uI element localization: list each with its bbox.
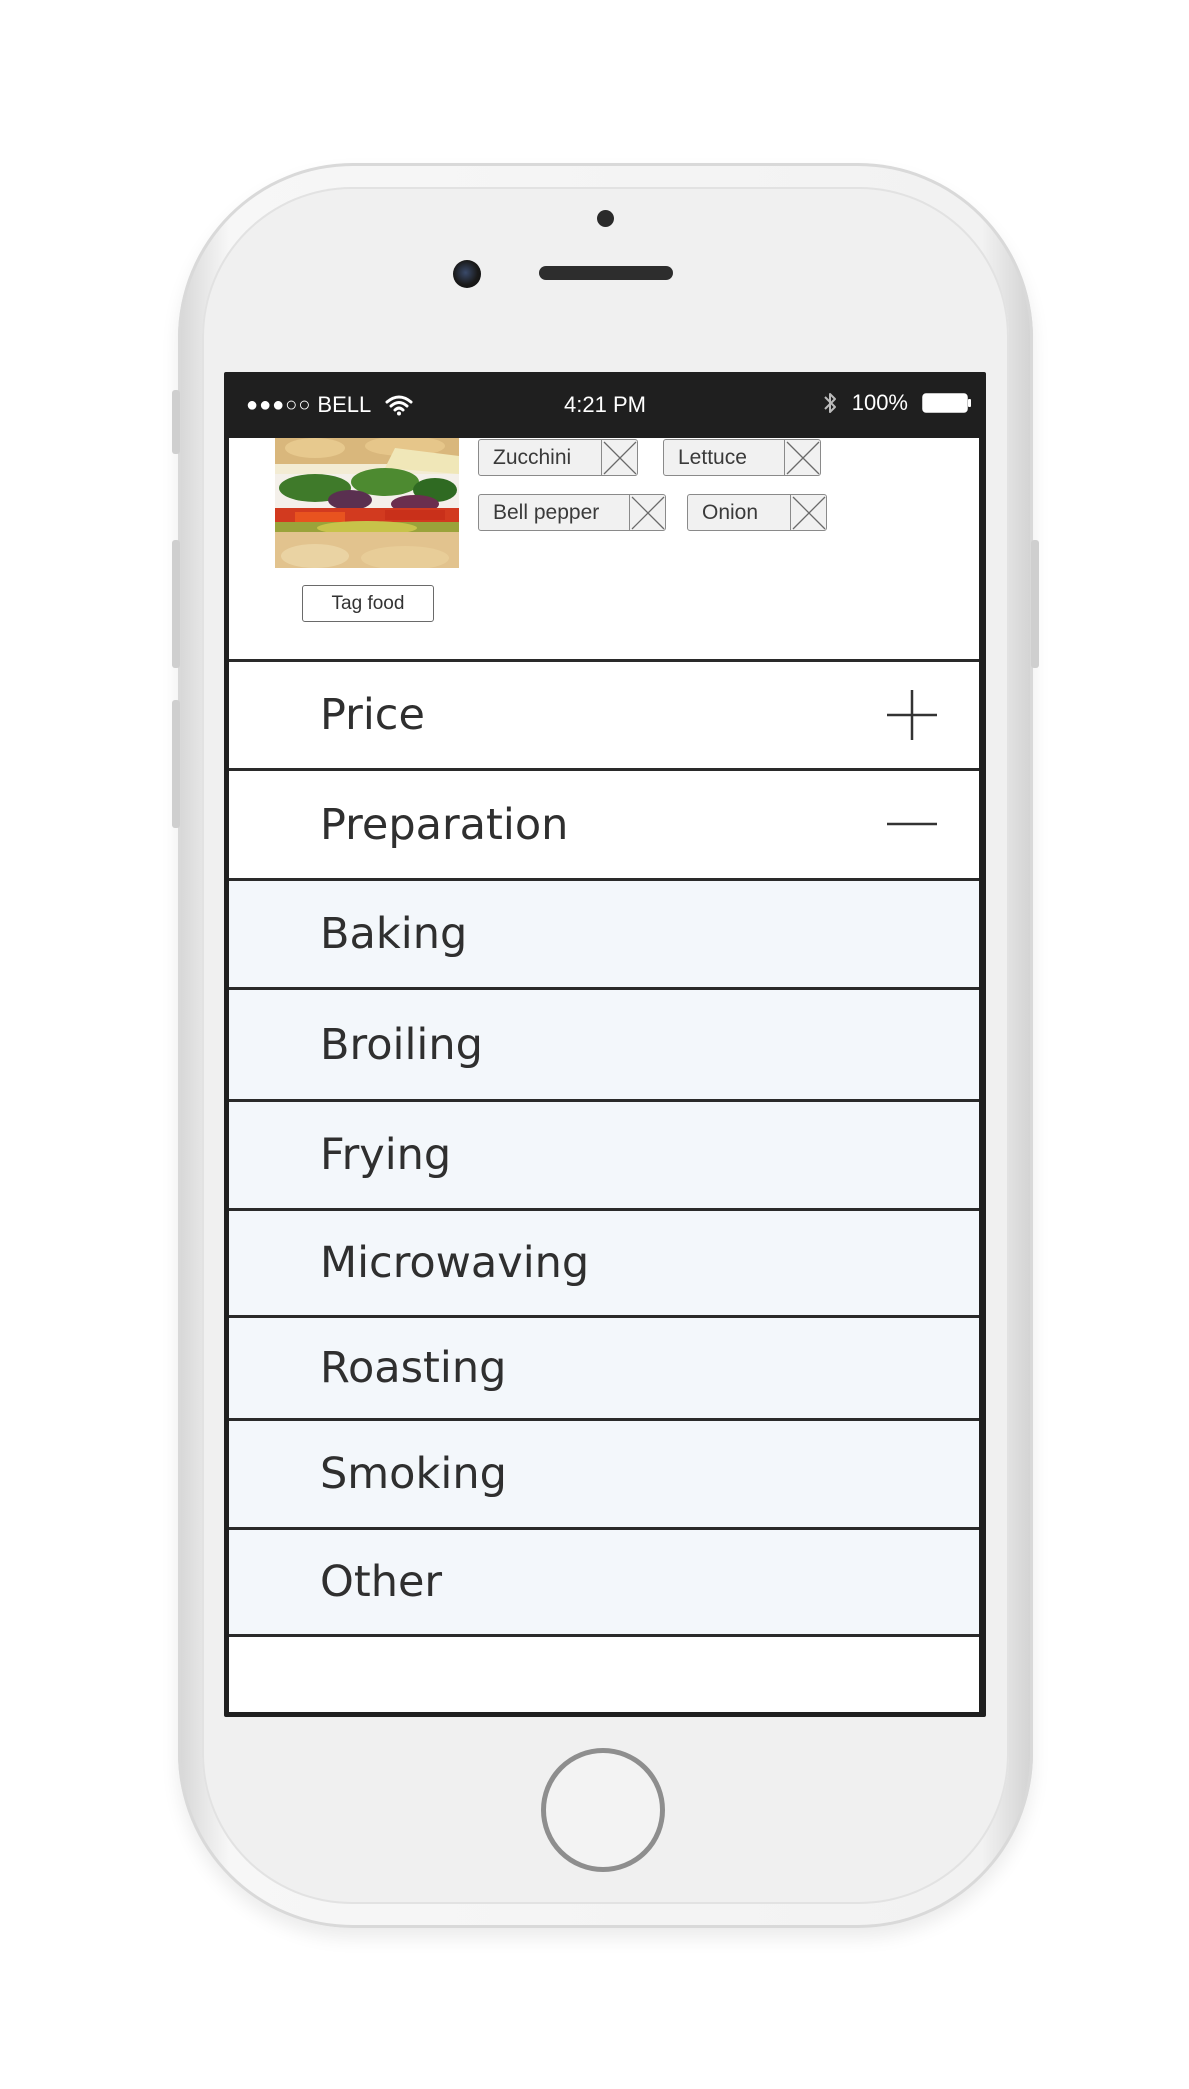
option-label: Broiling xyxy=(320,1019,483,1070)
close-icon[interactable] xyxy=(629,494,665,531)
volume-up-button xyxy=(172,540,180,668)
price-label: Price xyxy=(320,690,425,740)
option-roasting[interactable]: Roasting xyxy=(229,1318,979,1418)
close-icon[interactable] xyxy=(784,439,820,476)
option-label: Microwaving xyxy=(320,1238,590,1288)
option-label: Roasting xyxy=(320,1343,507,1393)
front-camera xyxy=(453,260,481,288)
earpiece-speaker xyxy=(539,266,673,280)
tag-chip-bell-pepper: Bell pepper xyxy=(478,494,666,531)
close-icon[interactable] xyxy=(790,494,826,531)
filter-content: Tag food Zucchini Lettuce Bell pepper On… xyxy=(229,438,979,1712)
minus-icon[interactable] xyxy=(885,797,939,851)
proximity-sensor xyxy=(597,210,614,227)
option-label: Other xyxy=(320,1557,443,1607)
option-broiling[interactable]: Broiling xyxy=(229,990,979,1099)
option-smoking[interactable]: Smoking xyxy=(229,1421,979,1527)
option-baking[interactable]: Baking xyxy=(229,881,979,987)
power-button xyxy=(1031,540,1039,668)
sandwich-photo xyxy=(275,438,459,568)
price-section-header[interactable]: Price xyxy=(229,662,979,768)
bluetooth-icon xyxy=(824,393,836,413)
battery-percent: 100% xyxy=(851,390,908,415)
volume-down-button xyxy=(172,700,180,828)
option-label: Frying xyxy=(320,1130,452,1180)
tag-chip-lettuce: Lettuce xyxy=(663,439,821,476)
mute-switch xyxy=(172,390,180,454)
preparation-label: Preparation xyxy=(320,799,569,850)
screen: ●●●○○ BELL 4:21 PM 100% Tag food Zucchin… xyxy=(224,372,986,1717)
divider xyxy=(229,1634,979,1637)
tag-chip-zucchini: Zucchini xyxy=(478,439,638,476)
battery-icon xyxy=(922,393,971,413)
option-frying[interactable]: Frying xyxy=(229,1102,979,1208)
option-microwaving[interactable]: Microwaving xyxy=(229,1211,979,1315)
home-button[interactable] xyxy=(541,1748,665,1872)
tag-chip-onion: Onion xyxy=(687,494,827,531)
option-other[interactable]: Other xyxy=(229,1530,979,1634)
status-bar: ●●●○○ BELL 4:21 PM 100% xyxy=(224,372,986,438)
close-icon[interactable] xyxy=(601,439,637,476)
tag-chip-label: Onion xyxy=(702,500,759,524)
tag-chip-label: Bell pepper xyxy=(493,500,600,524)
preparation-section-header[interactable]: Preparation xyxy=(229,771,979,878)
option-label: Baking xyxy=(320,909,468,959)
tag-chip-label: Zucchini xyxy=(493,445,572,469)
tag-food-button[interactable]: Tag food xyxy=(302,585,434,622)
tag-chip-label: Lettuce xyxy=(678,445,747,469)
plus-icon[interactable] xyxy=(885,688,939,742)
status-right: 100% xyxy=(822,390,972,416)
option-label: Smoking xyxy=(320,1449,507,1499)
